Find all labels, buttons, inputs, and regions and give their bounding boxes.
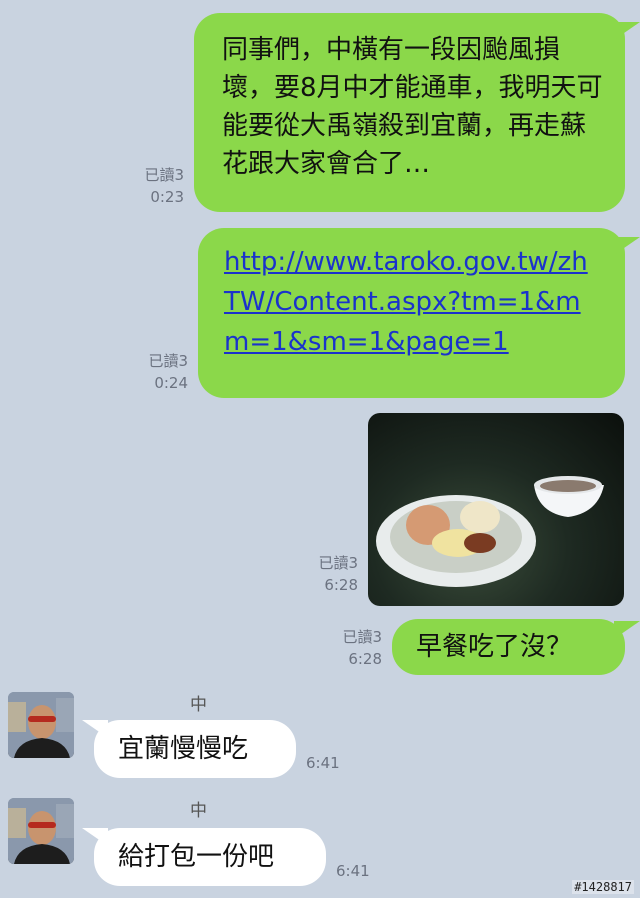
- message-text: 早餐吃了沒？: [416, 632, 573, 662]
- watermark: #1428817: [572, 880, 634, 894]
- message-time: 6:41: [336, 862, 370, 880]
- read-status: 已讀3: [144, 166, 184, 184]
- outgoing-message[interactable]: 同事們，中橫有一段因颱風損壞，要8月中才能通車，我明天可能要從大禹嶺殺到宜蘭，再…: [194, 13, 625, 212]
- message-time: 6:28: [348, 650, 382, 668]
- read-receipt: 已讀3 6:28: [318, 626, 382, 670]
- incoming-message[interactable]: 宜蘭慢慢吃: [94, 720, 296, 778]
- message-text: 同事們，中橫有一段因颱風損壞，要8月中才能通車，我明天可能要從大禹嶺殺到宜蘭，再…: [222, 35, 603, 179]
- read-receipt: 已讀3 0:23: [120, 164, 184, 208]
- avatar[interactable]: [8, 692, 74, 758]
- read-receipt: 已讀3 0:24: [124, 350, 188, 394]
- message-text: 給打包一份吧: [118, 842, 275, 872]
- message-time: 0:23: [150, 188, 184, 206]
- person-icon: [8, 692, 74, 758]
- message-text: 宜蘭慢慢吃: [118, 734, 249, 764]
- avatar[interactable]: [8, 798, 74, 864]
- bubble-tail: [614, 22, 640, 40]
- message-time: 0:24: [154, 374, 188, 392]
- bubble-tail: [614, 621, 640, 639]
- breakfast-image-icon: [376, 476, 604, 587]
- sender-name: 中: [190, 801, 207, 821]
- read-status: 已讀3: [318, 554, 358, 572]
- message-time: 6:28: [324, 576, 358, 594]
- person-icon: [8, 798, 74, 864]
- message-time: 6:41: [306, 754, 340, 772]
- incoming-message[interactable]: 給打包一份吧: [94, 828, 326, 886]
- outgoing-link-message[interactable]: http://www.taroko.gov.tw/zhTW/Content.as…: [198, 228, 625, 398]
- bubble-tail: [614, 237, 640, 255]
- taroko-link[interactable]: http://www.taroko.gov.tw/zhTW/Content.as…: [224, 247, 588, 357]
- read-status: 已讀3: [148, 352, 188, 370]
- breakfast-photo[interactable]: [368, 413, 624, 606]
- read-status: 已讀3: [342, 628, 382, 646]
- outgoing-message[interactable]: 早餐吃了沒？: [392, 619, 625, 675]
- read-receipt: 已讀3 6:28: [294, 552, 358, 596]
- sender-name: 中: [190, 695, 207, 715]
